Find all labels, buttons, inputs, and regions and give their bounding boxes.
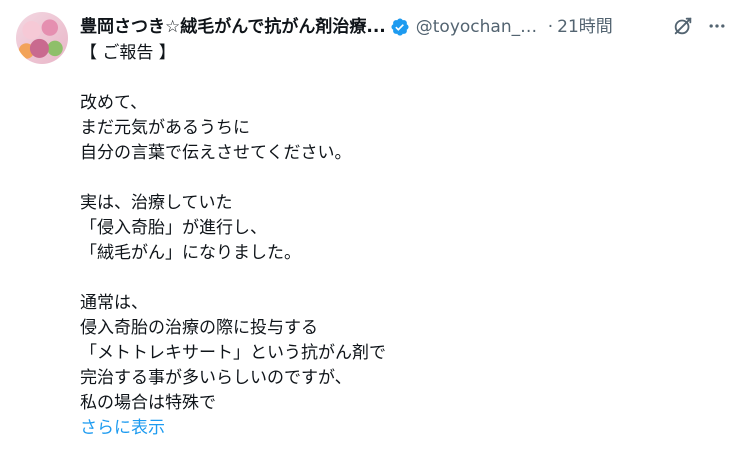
- tweet-text-line: 実は、治療していた: [80, 193, 233, 213]
- tweet-text-line: 「絨毛がん」になりました。: [80, 243, 301, 263]
- tweet-header: 豊岡さつき☆絨毛がんで抗がん剤治療... @toyochan_0... · 21…: [80, 14, 721, 40]
- verified-badge-icon: [390, 17, 410, 37]
- tweet-text-line: 「侵入奇胎」が進行し、: [80, 218, 267, 238]
- tweet-text-line: まだ元気があるうちに: [80, 118, 250, 138]
- tweet-text-line: 通常は、: [80, 293, 148, 313]
- tweet-text-line: [80, 166, 720, 191]
- tweet[interactable]: 豊岡さつき☆絨毛がんで抗がん剤治療... @toyochan_0... · 21…: [0, 0, 737, 467]
- tweet-text-line: [80, 266, 720, 291]
- tweet-text-line: 改めて、: [80, 93, 148, 113]
- handle[interactable]: @toyochan_0...: [416, 16, 542, 38]
- show-more-link[interactable]: さらに表示: [80, 416, 165, 441]
- tweet-text-line: 完治する事が多いらしいのですが、: [80, 368, 352, 388]
- more-icon[interactable]: [704, 13, 730, 39]
- grok-icon[interactable]: [670, 13, 696, 39]
- avatar[interactable]: [16, 12, 68, 64]
- tweet-text-line: 自分の言葉で伝えさせてください。: [80, 143, 352, 163]
- tweet-text-line: 【 ご報告 】: [80, 43, 176, 63]
- tweet-text: 【 ご報告 】 改めて、 まだ元気があるうちに 自分の言葉で伝えさせてください。…: [80, 41, 720, 441]
- tweet-text-line: [80, 66, 720, 91]
- separator-dot: ·: [547, 17, 554, 37]
- display-name[interactable]: 豊岡さつき☆絨毛がんで抗がん剤治療...: [80, 16, 386, 38]
- tweet-text-line: 侵入奇胎の治療の際に投与する: [80, 318, 318, 338]
- timestamp[interactable]: 21時間: [557, 16, 613, 38]
- tweet-text-line: 「メトトレキサート」という抗がん剤で: [80, 343, 386, 363]
- tweet-text-line: 私の場合は特殊で: [80, 393, 216, 413]
